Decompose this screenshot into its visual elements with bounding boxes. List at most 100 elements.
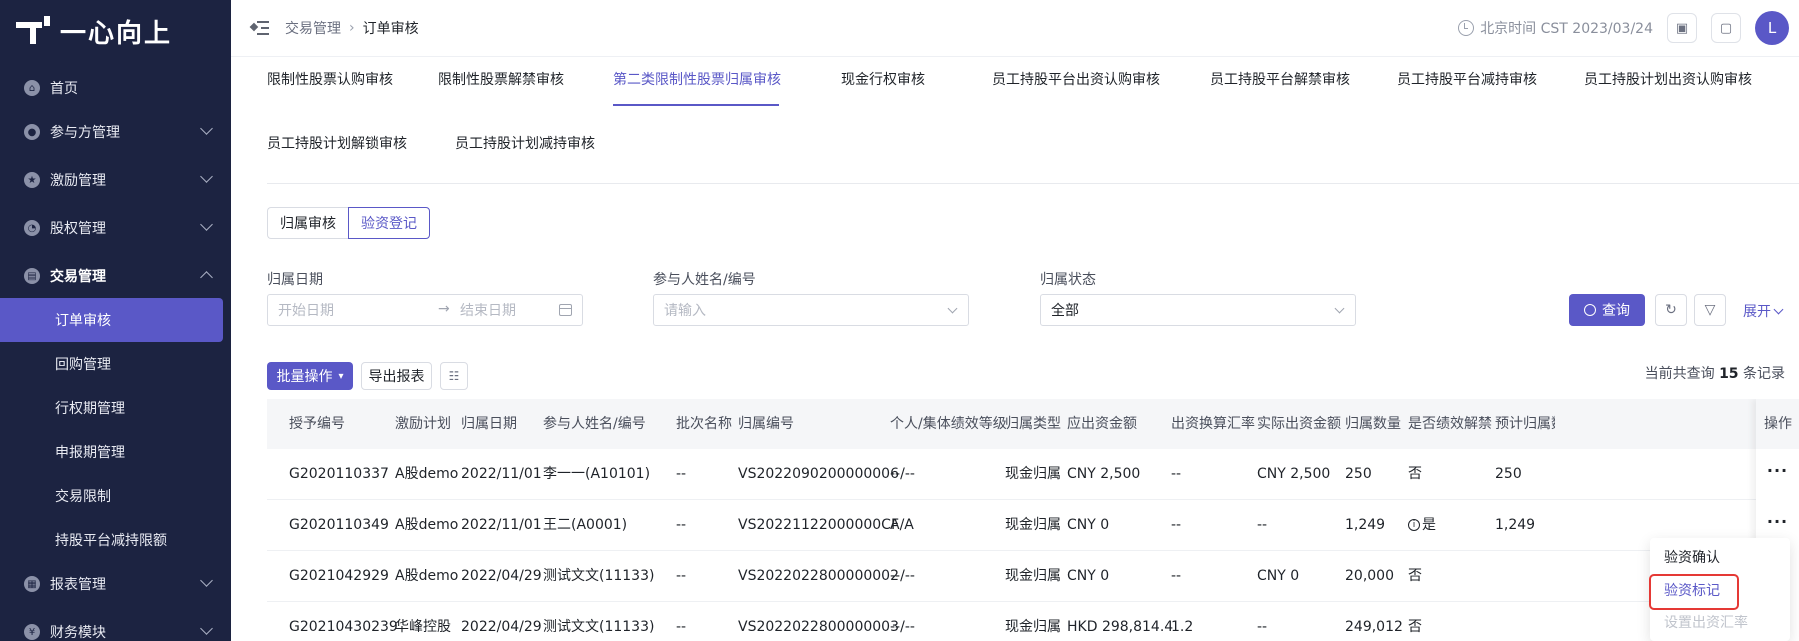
menu-collapse-icon[interactable] — [249, 21, 269, 35]
menu-item-verify-confirm[interactable]: 验资确认 — [1664, 547, 1720, 567]
logo-icon — [16, 16, 50, 46]
column-settings-button[interactable]: ☷ — [440, 362, 468, 390]
cell-grant-no: G2020110337 — [289, 466, 389, 482]
col-perf-unlock: 是否绩效解禁 — [1408, 416, 1492, 432]
shirt-button[interactable]: ▢ — [1711, 13, 1741, 43]
logo-text: 一心向上 — [60, 18, 173, 49]
expand-filters-link[interactable]: 展开 — [1743, 301, 1784, 321]
table-row[interactable]: G2021042929 A股demo 2022/04/29 测试文文(11133… — [267, 551, 1799, 602]
record-count-prefix: 当前共查询 — [1644, 366, 1715, 382]
date-range-picker[interactable]: 开始日期 → 结束日期 — [267, 294, 583, 326]
table-row[interactable]: G20210430239 华峰控股 2022/04/29 测试文文(11133)… — [267, 602, 1799, 641]
cell-vest-no: VS2022090200000006 — [738, 466, 899, 482]
tab-plan-reduce[interactable]: 员工持股计划减持审核 — [455, 133, 595, 153]
cell-vest-type: 现金归属 — [1005, 568, 1061, 584]
cell-expected-qty: 1,249 — [1495, 517, 1536, 533]
tab-platform-unlock[interactable]: 员工持股平台解禁审核 — [1210, 69, 1350, 89]
cell-participant: 王二(A0001) — [543, 517, 628, 533]
table-row[interactable]: G2020110337 A股demo 2022/11/01 李一一(A10101… — [267, 449, 1799, 500]
chevron-down-icon — [200, 218, 213, 231]
date-start-input[interactable]: 开始日期 — [278, 300, 334, 320]
cell-grant-no: G2020110349 — [289, 517, 389, 533]
sidebar-subitem-order-review[interactable]: 订单审核 — [0, 298, 223, 342]
cell-actual-amount: CNY 0 — [1257, 568, 1300, 584]
cell-due-amount: HKD 298,814.4 — [1067, 619, 1174, 635]
top-bar: 交易管理 › 订单审核 北京时间 CST 2023/03/24 ▣ ▢ L — [231, 0, 1799, 57]
col-vest-date: 归属日期 — [461, 416, 517, 432]
sidebar-item-incentive[interactable]: ★ 激励管理 — [0, 158, 231, 202]
sidebar-subitem-declare-period[interactable]: 申报期管理 — [0, 430, 231, 474]
tab-class2-vesting[interactable]: 第二类限制性股票归属审核 — [613, 69, 781, 89]
tab-restricted-unlock[interactable]: 限制性股票解禁审核 — [438, 69, 564, 89]
cell-plan: A股demo — [395, 517, 459, 533]
tab-platform-reduce[interactable]: 员工持股平台减持审核 — [1397, 69, 1537, 89]
cell-vest-date: 2022/04/29 — [461, 619, 542, 635]
cell-plan: A股demo — [395, 568, 459, 584]
chevron-down-icon — [200, 122, 213, 135]
sidebar-item-label: 股权管理 — [50, 221, 106, 237]
query-button[interactable]: 查询 — [1569, 294, 1645, 326]
sidebar-subitem-exercise-period[interactable]: 行权期管理 — [0, 386, 231, 430]
chevron-down-icon — [1773, 304, 1784, 314]
tab-plan-subscribe[interactable]: 员工持股计划出资认购审核 — [1584, 69, 1752, 89]
tab-plan-unlock[interactable]: 员工持股计划解锁审核 — [267, 133, 407, 153]
table-row[interactable]: G2020110349 A股demo 2022/11/01 王二(A0001) … — [267, 500, 1799, 551]
tab-cash-exercise[interactable]: 现金行权审核 — [841, 69, 925, 89]
segment-capital-verify[interactable]: 验资登记 — [348, 207, 430, 239]
date-end-input[interactable]: 结束日期 — [460, 300, 516, 320]
participant-filter-label: 参与人姓名/编号 — [653, 272, 756, 288]
search-icon — [1584, 304, 1596, 316]
breadcrumb-parent[interactable]: 交易管理 — [285, 18, 341, 38]
sidebar-item-finance[interactable]: ¥ 财务模块 — [0, 610, 231, 641]
breadcrumb-separator-icon: › — [349, 20, 355, 36]
cell-vest-no: VS2022022800000003 — [738, 619, 899, 635]
clipboard-icon: ▣ — [1675, 20, 1689, 36]
query-label: 查询 — [1602, 303, 1630, 319]
chevron-down-icon — [1334, 303, 1345, 314]
cell-perf-unlock: 否 — [1408, 568, 1422, 584]
menu-item-set-fx-rate: 设置出资汇率 — [1664, 615, 1748, 631]
sidebar-item-report[interactable]: ▦ 报表管理 — [0, 562, 231, 606]
status-select[interactable]: 全部 — [1040, 294, 1356, 326]
record-count-number: 15 — [1719, 366, 1739, 382]
col-vest-qty: 归属数量 — [1345, 416, 1401, 432]
sidebar-item-equity[interactable]: ◔ 股权管理 — [0, 206, 231, 250]
chevron-down-icon — [200, 170, 213, 183]
batch-operation-button[interactable]: 批量操作 ▾ — [267, 362, 353, 390]
records-table: 授予编号 激励计划 归属日期 参与人姓名/编号 批次名称 归属编号 个人/集体绩… — [267, 399, 1799, 641]
app-logo[interactable]: 一心向上 — [0, 0, 231, 62]
cell-due-amount: CNY 2,500 — [1067, 466, 1141, 482]
sidebar-item-home[interactable]: ⌂ 首页 — [0, 66, 231, 110]
info-icon[interactable]: i — [1408, 519, 1420, 531]
cell-actual-amount: -- — [1257, 619, 1268, 635]
tab-restricted-subscribe[interactable]: 限制性股票认购审核 — [267, 69, 393, 89]
cell-performance: A/A — [890, 517, 914, 533]
more-actions-icon[interactable]: ··· — [1756, 449, 1799, 500]
batch-label: 批量操作 — [276, 369, 333, 385]
sidebar-item-trade[interactable]: ▤ 交易管理 — [0, 254, 231, 298]
sidebar-item-participants[interactable]: ● 参与方管理 — [0, 110, 231, 154]
sidebar-item-label: 报表管理 — [50, 577, 106, 593]
main-content: 限制性股票认购审核 限制性股票解禁审核 第二类限制性股票归属审核 现金行权审核 … — [231, 57, 1799, 641]
columns-icon: ☷ — [448, 369, 460, 383]
cell-vest-qty: 1,249 — [1345, 517, 1386, 533]
cell-fx-rate: 1.2 — [1171, 619, 1194, 635]
segment-vesting-review[interactable]: 归属审核 — [267, 207, 348, 239]
avatar[interactable]: L — [1755, 11, 1789, 45]
export-report-button[interactable]: 导出报表 — [361, 362, 432, 390]
clipboard-button[interactable]: ▣ — [1667, 13, 1697, 43]
participant-select[interactable]: 请输入 — [653, 294, 969, 326]
status-filter-label: 归属状态 — [1040, 272, 1096, 288]
sidebar-subitem-buyback[interactable]: 回购管理 — [0, 342, 231, 386]
reset-button[interactable]: ↻ — [1655, 294, 1687, 326]
filter-button[interactable]: ▽ — [1694, 294, 1726, 326]
col-fx-rate: 出资换算汇率 — [1171, 416, 1255, 432]
clock-icon — [1458, 20, 1475, 36]
cell-performance: --/-- — [890, 466, 915, 482]
tab-platform-subscribe[interactable]: 员工持股平台出资认购审核 — [992, 69, 1160, 89]
col-expected-qty: 预计归属数 — [1495, 416, 1555, 432]
sidebar-subitem-platform-limit[interactable]: 持股平台减持限额 — [0, 518, 231, 562]
participant-placeholder: 请输入 — [664, 303, 706, 319]
sidebar-subitem-trade-limit[interactable]: 交易限制 — [0, 474, 231, 518]
col-vest-no: 归属编号 — [738, 416, 794, 432]
